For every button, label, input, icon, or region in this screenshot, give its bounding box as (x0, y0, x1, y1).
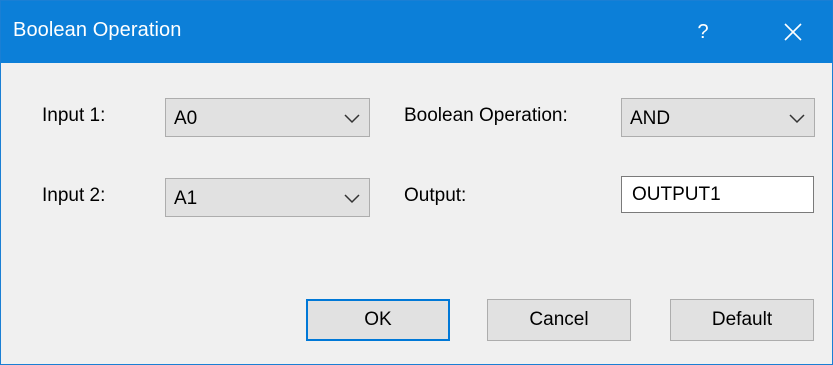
input1-select[interactable]: A0 (165, 98, 370, 137)
chevron-down-icon (789, 114, 805, 124)
input1-label: Input 1: (42, 105, 106, 126)
operation-select[interactable]: AND (621, 98, 815, 137)
boolean-operation-dialog: Boolean Operation ? Input 1: A0 Boolean … (0, 0, 833, 365)
operation-value: AND (630, 108, 671, 129)
input2-value: A1 (174, 188, 198, 209)
default-button[interactable]: Default (670, 299, 814, 341)
cancel-button[interactable]: Cancel (487, 299, 631, 341)
input1-value: A0 (174, 108, 198, 129)
close-icon (784, 23, 802, 41)
ok-button[interactable]: OK (306, 299, 450, 341)
input2-select[interactable]: A1 (165, 178, 370, 217)
help-button[interactable]: ? (677, 1, 729, 63)
operation-label: Boolean Operation: (404, 105, 568, 126)
output-field[interactable] (621, 176, 814, 213)
chevron-down-icon (344, 114, 360, 124)
input2-label: Input 2: (42, 185, 106, 206)
close-button[interactable] (767, 1, 819, 63)
title-bar[interactable]: Boolean Operation ? (1, 1, 832, 63)
window-title: Boolean Operation (13, 19, 182, 41)
chevron-down-icon (344, 194, 360, 204)
output-label: Output: (404, 185, 467, 206)
